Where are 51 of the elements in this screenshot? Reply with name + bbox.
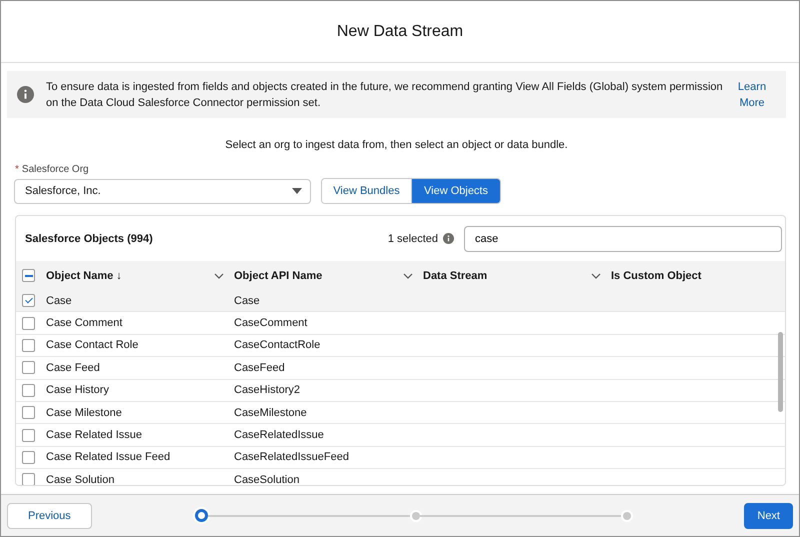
row-checkbox[interactable] bbox=[22, 361, 35, 374]
row-checkbox[interactable] bbox=[22, 473, 35, 485]
table-cell-text: Case Related Issue bbox=[46, 429, 143, 442]
row-checkbox[interactable] bbox=[22, 428, 35, 442]
column-header[interactable]: Data Stream bbox=[423, 270, 488, 282]
selected-count: 1 selected bbox=[388, 232, 438, 244]
chevron-down-icon[interactable] bbox=[591, 272, 601, 278]
table-cell-text: CaseContactRole bbox=[234, 339, 322, 352]
row-checkbox[interactable] bbox=[22, 294, 35, 308]
column-header[interactable]: Object API Name bbox=[234, 270, 322, 282]
table-cell-text: CaseMilestone bbox=[234, 406, 308, 419]
dropdown-caret-icon bbox=[292, 188, 302, 194]
row-checkbox[interactable] bbox=[22, 269, 35, 282]
table-cell-text: Case Feed bbox=[46, 362, 101, 374]
scrollbar[interactable] bbox=[778, 332, 783, 412]
table-cell-text: CaseRelatedIssueFeed bbox=[234, 451, 350, 464]
previous-button[interactable]: Previous bbox=[7, 502, 92, 528]
field-label: * Salesforce Org bbox=[15, 164, 90, 175]
view-toggle-button[interactable]: View Objects bbox=[411, 179, 500, 203]
info-icon bbox=[17, 86, 34, 103]
search-field[interactable]: case bbox=[464, 226, 782, 252]
row-checkbox[interactable] bbox=[22, 338, 35, 352]
table-cell-text: CaseComment bbox=[234, 317, 308, 330]
next-button[interactable]: Next bbox=[744, 502, 793, 528]
column-header[interactable]: Object Name ↓ bbox=[46, 270, 122, 282]
info-icon bbox=[443, 233, 454, 244]
table-cell-text: Case Milestone bbox=[46, 406, 123, 419]
chevron-down-icon[interactable] bbox=[403, 272, 413, 278]
table-cell-text: CaseFeed bbox=[234, 362, 286, 374]
row-checkbox[interactable] bbox=[22, 450, 35, 464]
table-cell-text: Case Contact Role bbox=[46, 339, 140, 352]
row-checkbox[interactable] bbox=[22, 406, 35, 420]
notice-text: To ensure data is ingested from fields and objects created in the future, we recommend granting View All Fields (Global) system permission on the Data Cloud Salesforce Connector permission set. bbox=[46, 80, 724, 110]
table-cell-text: CaseRelatedIssue bbox=[234, 429, 325, 442]
table-cell-text: CaseSolution bbox=[234, 474, 300, 485]
table-cell-text: CaseHistory2 bbox=[234, 384, 302, 396]
org-select[interactable]: Salesforce, Inc. bbox=[14, 178, 311, 204]
instruction-text: Select an org to ingest data from, then select an object or data bundle. bbox=[224, 139, 569, 151]
table-cell-text: Case Comment bbox=[46, 317, 124, 330]
table-cell-text: Case bbox=[234, 294, 261, 307]
table-cell-text: Case Solution bbox=[46, 474, 116, 485]
column-header[interactable]: Is Custom Object bbox=[611, 270, 702, 282]
table-cell-text: Case Related Issue Feed bbox=[46, 451, 172, 464]
row-checkbox[interactable] bbox=[22, 384, 35, 397]
table-title: Salesforce Objects (994) bbox=[25, 232, 154, 244]
table-cell-text: Case History bbox=[46, 384, 110, 396]
table-cell-text: Case bbox=[46, 294, 73, 307]
learn-more-link[interactable]: Learn More bbox=[736, 78, 768, 110]
row-checkbox[interactable] bbox=[22, 316, 35, 330]
window-title: New Data Stream bbox=[336, 22, 464, 40]
chevron-down-icon[interactable] bbox=[214, 272, 224, 278]
